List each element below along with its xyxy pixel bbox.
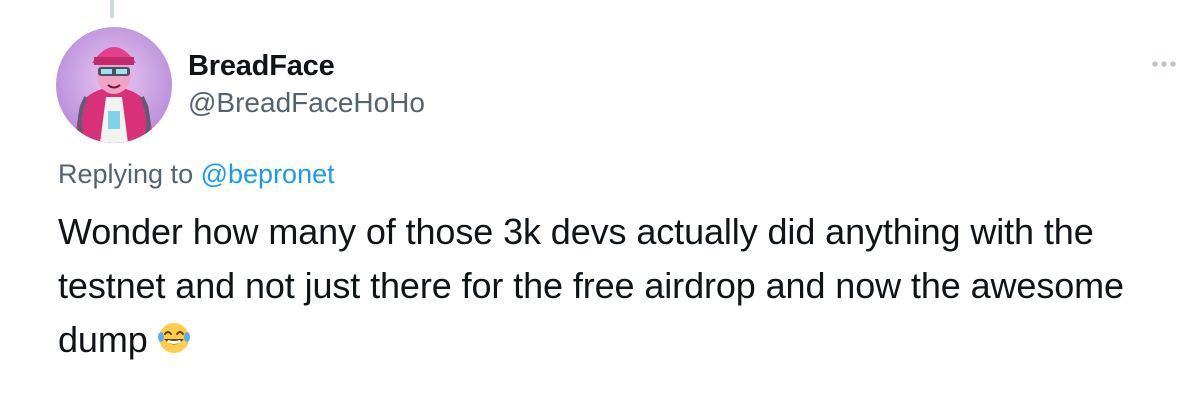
tweet-body: Wonder how many of those 3k devs actuall… — [58, 205, 1178, 367]
author-handle[interactable]: @BreadFaceHoHo — [188, 85, 425, 121]
more-options-button[interactable] — [1144, 52, 1184, 76]
thread-connector-line — [110, 0, 114, 18]
avatar[interactable] — [56, 27, 172, 143]
author-display-name[interactable]: BreadFace — [188, 48, 425, 84]
laughing-crying-emoji-icon — [157, 323, 190, 353]
tweet-card: BreadFace @BreadFaceHoHo Replying to @be… — [0, 0, 1200, 408]
avatar-pink-character-icon — [56, 27, 172, 143]
author-names: BreadFace @BreadFaceHoHo — [188, 48, 425, 121]
more-options-icon — [1152, 61, 1176, 67]
reply-mention-link[interactable]: @bepronet — [201, 159, 335, 189]
replying-to-line: Replying to @bepronet — [58, 156, 335, 192]
replying-to-label: Replying to — [58, 159, 194, 189]
tweet-text: Wonder how many of those 3k devs actuall… — [58, 211, 1124, 360]
